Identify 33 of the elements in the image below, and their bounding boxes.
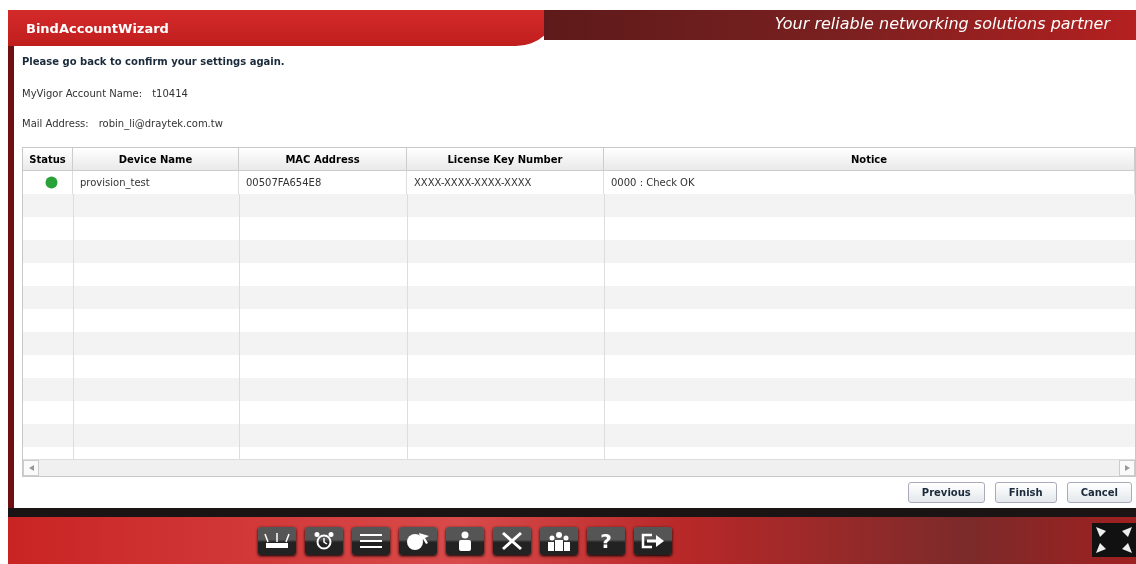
toolbar-button[interactable]: [399, 526, 437, 555]
help-button[interactable]: ?: [587, 526, 625, 555]
toolbar-button[interactable]: [493, 526, 531, 555]
cancel-button[interactable]: Cancel: [1066, 482, 1132, 503]
fullscreen-icon[interactable]: [1092, 523, 1136, 557]
toolbar-button[interactable]: [634, 526, 672, 555]
users-icon: [546, 530, 572, 551]
finish-button[interactable]: Finish: [994, 482, 1057, 503]
column-header: License Key Number: [407, 148, 604, 172]
field-label: MyVigor Account Name:: [22, 87, 143, 99]
scroll-right-button[interactable]: [1119, 460, 1135, 476]
field-label: Mail Address:: [22, 117, 89, 129]
toolbar-button[interactable]: [352, 526, 390, 555]
column-header: Notice: [604, 148, 1135, 172]
tools-icon: [499, 530, 525, 551]
slogan: Your reliable networking solutions partner: [544, 10, 1136, 40]
column-header: MAC Address: [239, 148, 407, 172]
toolbar-button[interactable]: [305, 526, 343, 555]
toolbar-button[interactable]: [258, 526, 296, 555]
column-header: Device Name: [73, 148, 239, 172]
horizontal-scrollbar[interactable]: [23, 459, 1135, 476]
right-arrow-icon: [1124, 465, 1130, 471]
field-value: robin_li@draytek.com.tw: [98, 117, 223, 129]
previous-button[interactable]: Previous: [907, 482, 985, 503]
instruction-text: Please go back to confirm your settings again.: [22, 56, 286, 69]
column-header: Status: [23, 148, 73, 172]
globe-cursor-icon: [405, 530, 431, 551]
router-icon: [264, 530, 290, 551]
toolbar-button[interactable]: [540, 526, 578, 555]
field-value: t10414: [152, 87, 188, 99]
left-arrow-icon: [28, 465, 34, 471]
toolbar-button[interactable]: [446, 526, 484, 555]
scroll-left-button[interactable]: [23, 460, 39, 476]
